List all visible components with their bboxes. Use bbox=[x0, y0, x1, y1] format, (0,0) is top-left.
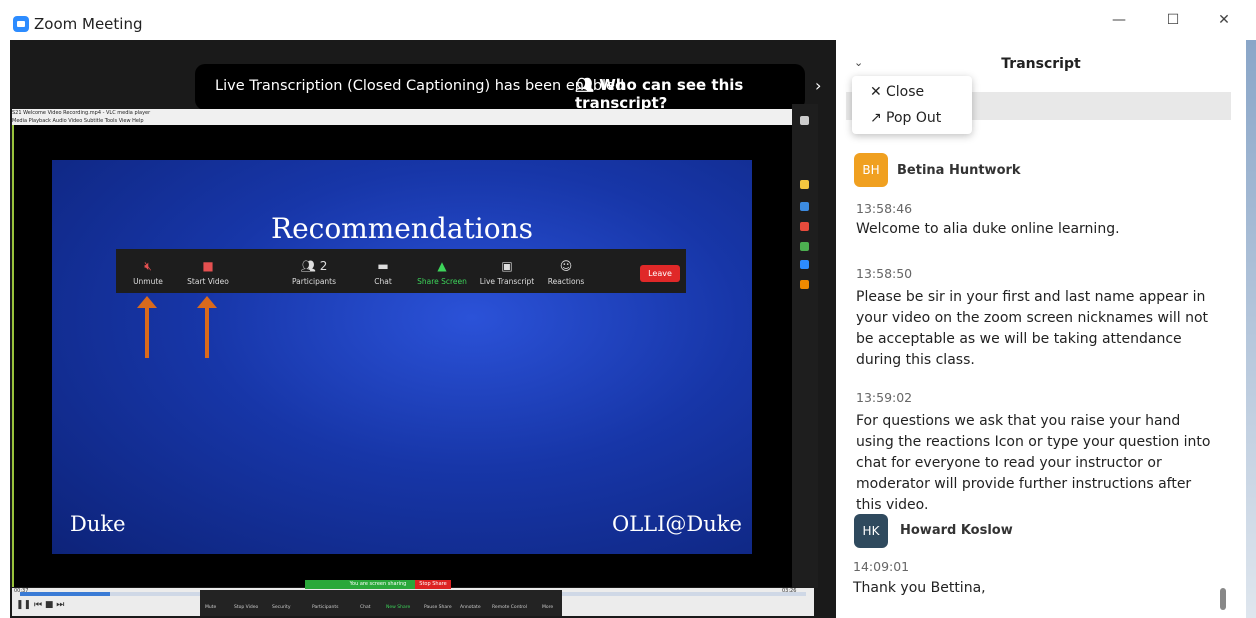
close-icon: ✕ bbox=[870, 84, 882, 100]
mini-zoom-toolbar: Mute Stop Video Security Participants Ch… bbox=[200, 590, 562, 616]
annotation-arrow-unmute bbox=[137, 296, 157, 358]
window-title: Zoom Meeting bbox=[34, 15, 143, 33]
minimize-button[interactable]: — bbox=[1108, 12, 1130, 28]
slide-zoom-toolbar: 🔇︎ Unmute ■ Start Video 👥︎ 2 Participant… bbox=[116, 249, 686, 293]
mini-new-share[interactable]: New Share bbox=[386, 605, 410, 610]
vlc-icon bbox=[800, 280, 809, 289]
chat-button: ▬ Chat bbox=[368, 249, 398, 293]
chat-icon: ▬ bbox=[377, 259, 389, 273]
banner-next-arrow-icon[interactable]: › bbox=[815, 76, 821, 95]
leave-button: Leave bbox=[640, 265, 680, 282]
timestamp: 13:59:02 bbox=[856, 390, 913, 405]
screen-sharing-bar: You are screen sharing Stop Share bbox=[305, 580, 451, 589]
timestamp: 13:58:46 bbox=[856, 201, 913, 216]
menu-close[interactable]: ✕ Close bbox=[870, 84, 924, 100]
window-titlebar: Zoom Meeting — ☐ ✕ bbox=[0, 0, 1256, 40]
mini-more[interactable]: More bbox=[542, 605, 553, 610]
banner-text: Live Transcription (Closed Captioning) h… bbox=[215, 78, 625, 94]
reactions-icon: ☺ bbox=[559, 259, 573, 273]
participants-icon: 👥︎ 2 bbox=[300, 259, 328, 273]
live-transcript-button: ▣ Live Transcript bbox=[479, 259, 535, 286]
maximize-button[interactable]: ☐ bbox=[1162, 12, 1184, 28]
zoom-app-icon bbox=[13, 16, 29, 32]
slide-title: Recommendations bbox=[271, 212, 533, 245]
start-video-button: ■ Start Video bbox=[184, 249, 232, 293]
mini-annotate[interactable]: Annotate bbox=[460, 605, 481, 610]
participants-button: 👥︎ 2 Participants bbox=[288, 249, 340, 293]
reactions-button: ☺ Reactions bbox=[544, 249, 588, 293]
desktop-background bbox=[1246, 40, 1256, 618]
transcription-banner: Live Transcription (Closed Captioning) h… bbox=[195, 64, 805, 112]
mini-participants[interactable]: Participants bbox=[312, 605, 338, 610]
close-window-button[interactable]: ✕ bbox=[1213, 12, 1235, 28]
slide: Recommendations Duke OLLI@Duke bbox=[52, 160, 752, 554]
vlc-play-pause-icon[interactable]: ❚❚ ⏮ ■ ⏭ bbox=[16, 600, 64, 610]
start-icon bbox=[800, 116, 809, 125]
vlc-elapsed-time: 00:37 bbox=[14, 588, 29, 594]
share-screen-icon: ▲ bbox=[437, 259, 447, 273]
transcript-message: Thank you Bettina, bbox=[853, 580, 986, 596]
app-icon bbox=[800, 202, 809, 211]
mini-chat[interactable]: Chat bbox=[360, 605, 371, 610]
speaker-name: Howard Koslow bbox=[900, 523, 1013, 538]
vlc-total-time: 03:26 bbox=[782, 588, 797, 594]
speaker-name: Betina Huntwork bbox=[897, 163, 1021, 178]
transcript-options-menu: ✕ Close ↗ Pop Out bbox=[852, 76, 972, 134]
transcript-scrollbar[interactable] bbox=[1220, 588, 1226, 610]
olli-logo: OLLI@Duke bbox=[612, 512, 742, 536]
vlc-menu-bar[interactable]: Media Playback Audio Video Subtitle Tool… bbox=[12, 117, 792, 125]
people-icon: 👥︎ bbox=[575, 76, 600, 94]
timestamp: 13:58:50 bbox=[856, 266, 913, 281]
folder-icon bbox=[800, 180, 809, 189]
mini-security[interactable]: Security bbox=[272, 605, 290, 610]
mini-stop-video[interactable]: Stop Video bbox=[234, 605, 258, 610]
app-icon bbox=[800, 242, 809, 251]
cc-icon: ▣ bbox=[501, 259, 513, 273]
pop-out-icon: ↗ bbox=[870, 110, 882, 126]
transcript-message: For questions we ask that you raise your… bbox=[856, 413, 1211, 513]
who-can-see-transcript-link[interactable]: 👥︎ Who can see this transcript? bbox=[575, 76, 805, 112]
unmute-button: 🔇︎ Unmute bbox=[128, 249, 168, 293]
duke-logo: Duke bbox=[70, 512, 126, 536]
taskbar-strip bbox=[792, 104, 818, 588]
mini-pause-share[interactable]: Pause Share bbox=[424, 605, 452, 610]
stop-share-button[interactable]: Stop Share bbox=[415, 580, 451, 589]
vlc-title-bar: S21 Welcome Video Recording.mp4 - VLC me… bbox=[12, 109, 792, 117]
avatar-bh: BH bbox=[854, 153, 888, 187]
chrome-icon bbox=[800, 222, 809, 231]
muted-mic-icon: 🔇︎ bbox=[144, 259, 152, 273]
video-off-icon: ■ bbox=[202, 259, 214, 273]
annotation-arrow-start-video bbox=[197, 296, 217, 358]
avatar-hk: HK bbox=[854, 514, 888, 548]
transcript-message: Please be sir in your first and last nam… bbox=[856, 289, 1209, 368]
mini-remote-control[interactable]: Remote Control bbox=[492, 605, 527, 610]
mini-mute[interactable]: Mute bbox=[205, 605, 216, 610]
transcript-message: Welcome to alia duke online learning. bbox=[856, 221, 1120, 237]
zoom-icon bbox=[800, 260, 809, 269]
menu-pop-out[interactable]: ↗ Pop Out bbox=[870, 110, 941, 126]
timestamp: 14:09:01 bbox=[853, 559, 910, 574]
transcript-title: Transcript bbox=[1001, 56, 1081, 72]
share-screen-button: ▲ Share Screen bbox=[417, 259, 467, 286]
